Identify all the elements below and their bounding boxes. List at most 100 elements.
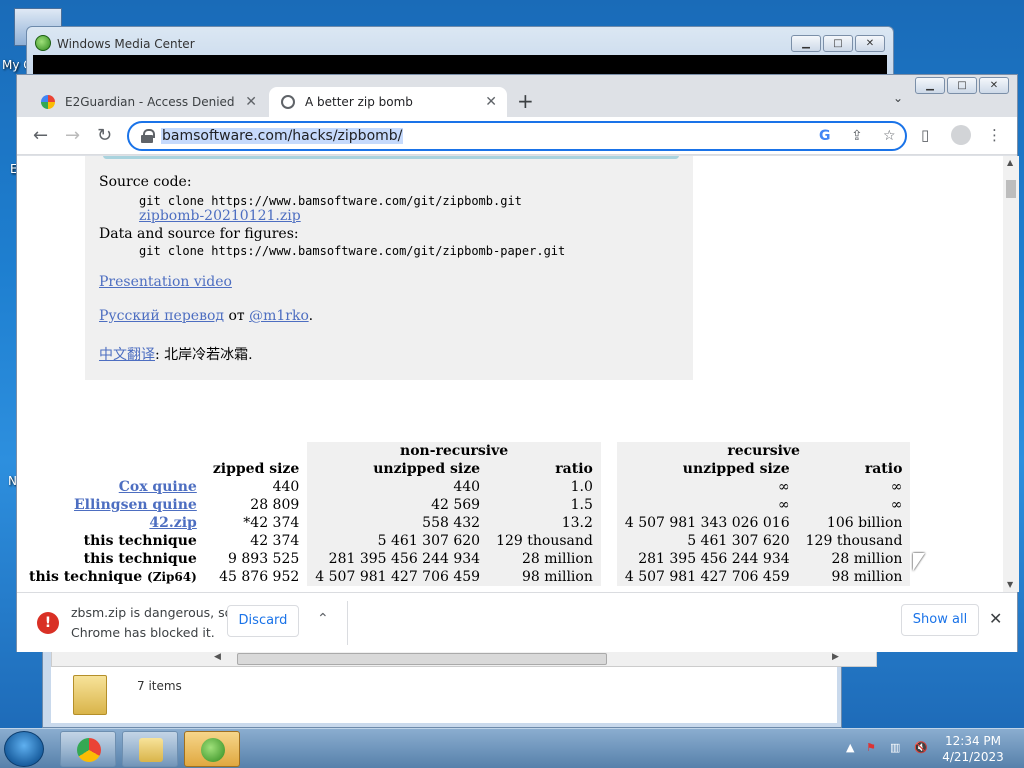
cell-r-unzipped: ∞ <box>616 496 798 514</box>
download-shelf: ! zbsm.zip is dangerous, so Chrome has b… <box>17 592 1017 652</box>
git-clone-command: git clone https://www.bamsoftware.com/gi… <box>139 194 522 208</box>
google-icon <box>41 95 55 109</box>
wmc-icon <box>201 738 225 762</box>
cell-r-ratio: 28 million <box>797 550 911 568</box>
zip-download-link[interactable]: zipbomb-20210121.zip <box>139 208 301 224</box>
spacer-cell <box>601 532 617 550</box>
browser-toolbar: ← → ↻ bamsoftware.com/hacks/zipbomb/ G ⇪… <box>17 117 1017 155</box>
cell-zipped: 9 893 525 <box>228 551 300 567</box>
wmc-title: Windows Media Center <box>57 37 195 51</box>
bookmark-star-icon[interactable]: ☆ <box>883 128 896 144</box>
google-lens-icon[interactable]: G <box>819 128 831 144</box>
clock-date: 4/21/2023 <box>942 750 1004 764</box>
chrome-window[interactable]: E2Guardian - Access Denied ✕ A better zi… <box>16 74 1019 652</box>
cell-nr-unzipped: 281 395 456 244 934 <box>307 550 489 568</box>
col-header-ratio: ratio <box>488 460 601 478</box>
cell-nr-ratio: 1.5 <box>488 496 601 514</box>
close-button[interactable]: ✕ <box>855 35 885 52</box>
tab-title: E2Guardian - Access Denied <box>65 95 235 109</box>
russian-author-link[interactable]: @m1rko <box>249 308 309 324</box>
scrollbar-thumb[interactable] <box>237 653 607 665</box>
items-count: 7 items <box>137 679 182 693</box>
taskbar-media-center[interactable] <box>184 731 240 767</box>
scrollbar-thumb[interactable] <box>1006 180 1016 198</box>
chrome-icon <box>77 738 101 762</box>
tab-e2guardian[interactable]: E2Guardian - Access Denied ✕ <box>27 87 267 117</box>
table-row: Ellingsen quine 28 809 42 569 1.5 ∞ ∞ <box>21 496 911 514</box>
maximize-button[interactable]: □ <box>947 77 977 94</box>
menu-kebab-icon[interactable]: ⋮ <box>987 126 1002 144</box>
spacer-cell <box>601 478 617 496</box>
col-header-unzipped: unzipped size <box>307 460 489 478</box>
scroll-up-icon[interactable]: ▲ <box>1007 158 1013 167</box>
spacer-cell <box>601 514 617 532</box>
action-center-icon[interactable]: ⚑ <box>866 741 876 754</box>
russian-translation-link[interactable]: Русский перевод <box>99 308 224 324</box>
scroll-right-icon[interactable]: ▶ <box>832 652 839 662</box>
row-label: 42.zip <box>21 514 205 532</box>
network-icon[interactable]: ▥ <box>890 741 900 754</box>
download-warning-line: zbsm.zip is dangerous, so <box>71 605 233 620</box>
data-source-label: Data and source for figures: <box>99 226 299 242</box>
vertical-scrollbar[interactable]: ▲ ▼ <box>1003 156 1019 592</box>
globe-icon <box>281 95 295 109</box>
spacer-cell <box>601 568 617 586</box>
system-clock[interactable]: 12:34 PM 4/21/2023 <box>938 733 1008 765</box>
cell-zipped: 28 809 <box>250 497 300 513</box>
close-tab-icon[interactable]: ✕ <box>485 94 497 110</box>
taskbar-explorer[interactable] <box>122 731 178 767</box>
side-panel-icon[interactable]: ▯ <box>921 126 929 144</box>
back-icon[interactable]: ← <box>33 125 48 146</box>
forward-icon[interactable]: → <box>65 125 80 146</box>
taskbar-chrome[interactable] <box>60 731 116 767</box>
discard-button[interactable]: Discard <box>227 605 299 637</box>
cell-nr-unzipped: 558 432 <box>307 514 489 532</box>
minimize-button[interactable]: ▁ <box>915 77 945 94</box>
lock-icon[interactable] <box>141 129 155 143</box>
chevron-up-icon[interactable]: ⌃ <box>317 611 329 627</box>
horizontal-scrollbar[interactable]: ◀ ▶ <box>51 651 877 667</box>
maximize-button[interactable]: □ <box>823 35 853 52</box>
cell-zipped: 45 876 952 <box>219 569 300 585</box>
row-label-suffix: (Zip64) <box>147 570 197 584</box>
close-button[interactable]: ✕ <box>979 77 1009 94</box>
tab-zipbomb[interactable]: A better zip bomb ✕ <box>269 87 507 117</box>
cell-nr-ratio: 98 million <box>488 568 601 586</box>
url-text[interactable]: bamsoftware.com/hacks/zipbomb/ <box>161 128 404 144</box>
address-bar[interactable]: bamsoftware.com/hacks/zipbomb/ G ⇪ ☆ <box>127 121 907 151</box>
row-label-link[interactable]: Cox quine <box>119 479 197 495</box>
scroll-down-icon[interactable]: ▼ <box>1007 580 1013 589</box>
page-viewport: Source code: git clone https://www.bamso… <box>17 156 1003 592</box>
close-icon[interactable]: ✕ <box>989 609 1002 628</box>
profile-avatar-icon[interactable] <box>951 125 971 145</box>
cell-nr-unzipped: 4 507 981 427 706 459 <box>307 568 489 586</box>
box-top-border <box>103 156 679 159</box>
close-tab-icon[interactable]: ✕ <box>245 94 257 110</box>
row-label-link[interactable]: Ellingsen quine <box>74 497 197 513</box>
cell-zipped: 42 374 <box>250 533 300 549</box>
scroll-left-icon[interactable]: ◀ <box>214 652 221 662</box>
tab-strip: E2Guardian - Access Denied ✕ A better zi… <box>17 75 1017 117</box>
spacer-cell <box>601 550 617 568</box>
row-label-link[interactable]: 42.zip <box>149 515 196 531</box>
presentation-video-link[interactable]: Presentation video <box>99 274 232 290</box>
row-label-text: this technique <box>29 569 143 585</box>
chinese-translator-text: : 北岸冷若冰霜. <box>155 347 253 363</box>
new-tab-button[interactable]: + <box>517 89 534 113</box>
download-warning-text: zbsm.zip is dangerous, so Chrome has blo… <box>71 603 232 643</box>
minimize-button[interactable]: ▁ <box>791 35 821 52</box>
cell-nr-unzipped: 42 569 <box>307 496 489 514</box>
share-icon[interactable]: ⇪ <box>851 128 863 144</box>
start-button[interactable] <box>4 731 44 767</box>
show-all-button[interactable]: Show all <box>901 604 979 636</box>
row-label: this technique <box>21 550 205 568</box>
volume-muted-icon[interactable]: 🔇 <box>914 741 928 754</box>
tab-search-chevron-icon[interactable]: ⌄ <box>893 91 903 105</box>
show-hidden-icons-icon[interactable]: ▲ <box>846 741 854 754</box>
reload-icon[interactable]: ↻ <box>97 125 112 146</box>
chinese-translation-link[interactable]: 中文翻译 <box>99 347 155 363</box>
explorer-window[interactable]: ◀ ▶ 7 items <box>42 640 877 728</box>
cell-nr-ratio: 28 million <box>488 550 601 568</box>
tab-title: A better zip bomb <box>305 95 413 109</box>
table-row: this technique 42 374 5 461 307 620 129 tho… <box>21 532 911 550</box>
